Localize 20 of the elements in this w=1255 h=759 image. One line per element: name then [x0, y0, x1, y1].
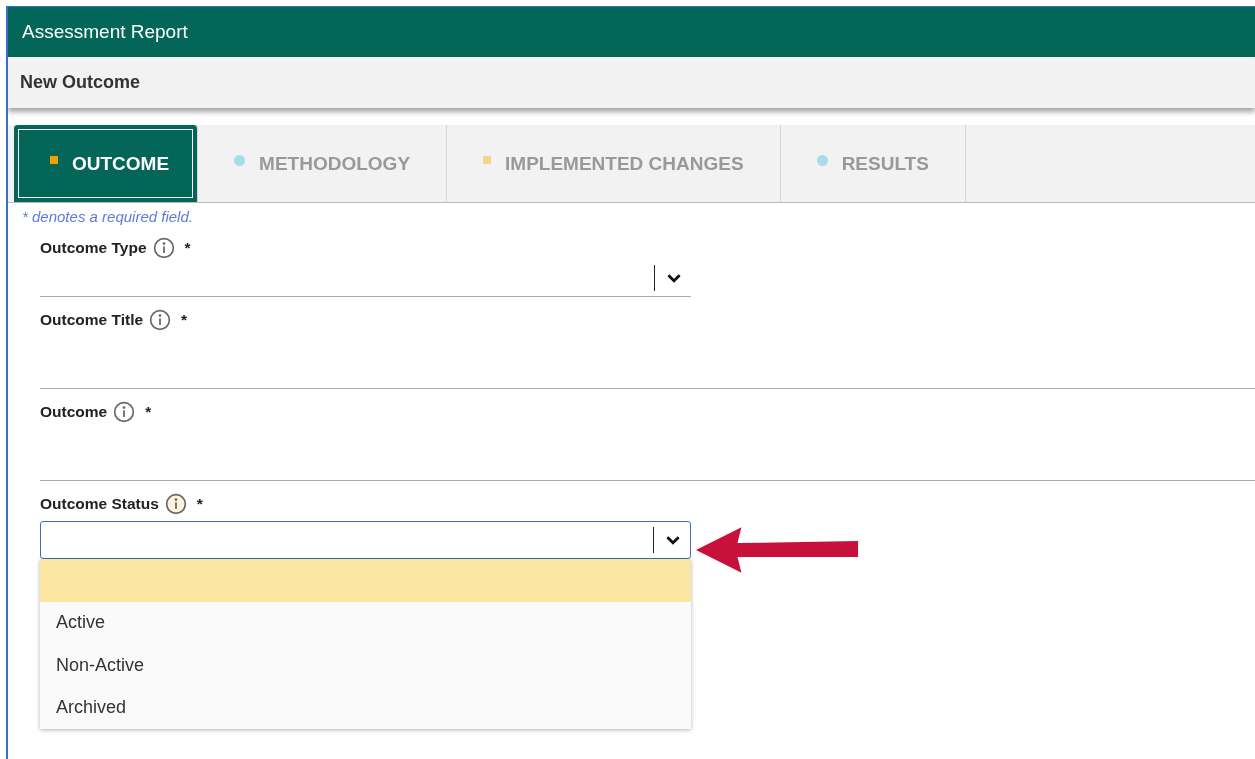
required-note: * denotes a required field. — [21, 207, 194, 225]
required-mark: * — [184, 239, 191, 257]
select-field[interactable] — [40, 521, 691, 559]
window-title: Assessment Report — [22, 21, 188, 43]
dropdown-option[interactable]: Active — [40, 601, 691, 644]
page-title: New Outcome — [20, 72, 141, 93]
info-icon[interactable] — [149, 309, 172, 331]
field-label: Outcome — [40, 403, 108, 421]
required-mark: * — [181, 311, 188, 329]
tab[interactable]: OUTCOME — [14, 125, 199, 202]
info-icon[interactable] — [152, 237, 175, 259]
field-label: Outcome Type — [40, 239, 147, 257]
field-label: Outcome Status — [40, 495, 159, 513]
required-mark: * — [196, 495, 203, 513]
dropdown-option[interactable]: Archived — [40, 686, 691, 729]
info-icon[interactable] — [113, 401, 136, 423]
dropdown-option[interactable]: Non-Active — [40, 644, 691, 687]
info-icon[interactable] — [164, 493, 187, 515]
field-label: Outcome Title — [40, 311, 144, 329]
required-mark: * — [145, 403, 152, 421]
